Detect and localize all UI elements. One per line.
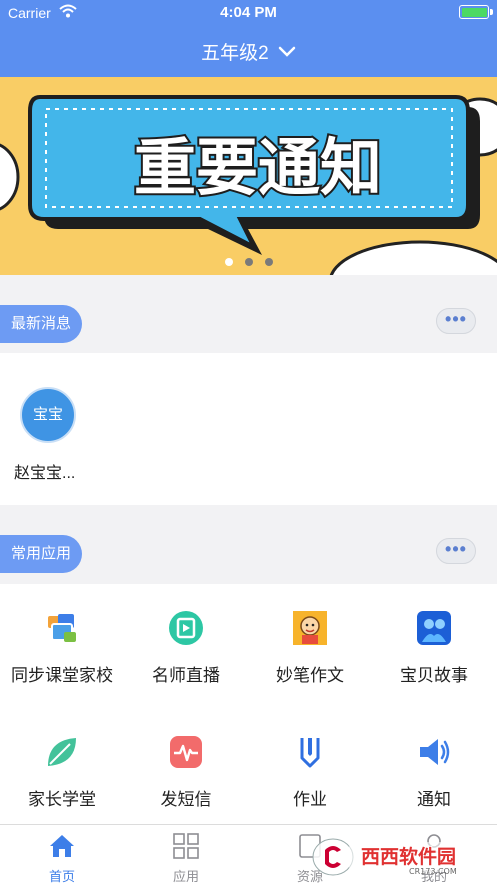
story-icon xyxy=(417,611,451,645)
app-send-sms[interactable]: 发短信 xyxy=(124,734,248,810)
app-label: 家长学堂 xyxy=(28,790,96,809)
app-label: 同步课堂家校 xyxy=(11,666,113,685)
latest-messages-header: 最新消息 ••• xyxy=(0,275,497,353)
carousel-dot[interactable] xyxy=(224,258,233,266)
cartoon-writer-icon xyxy=(293,611,327,645)
class-title: 五年级2 xyxy=(201,43,269,64)
app-header: Carrier 4:04 PM 五年级2 xyxy=(0,0,497,77)
home-icon xyxy=(50,835,74,857)
carousel-dot[interactable] xyxy=(264,258,273,266)
app-parent-school[interactable]: 家长学堂 xyxy=(0,734,124,810)
app-composition[interactable]: 妙笔作文 xyxy=(248,610,372,686)
contact-name: 赵宝宝... xyxy=(14,465,76,482)
app-label: 名师直播 xyxy=(152,666,220,685)
homework-icon xyxy=(300,738,320,768)
app-notice[interactable]: 通知 xyxy=(372,734,496,810)
live-video-icon xyxy=(169,611,203,645)
message-pulse-icon xyxy=(170,736,202,768)
status-time: 4:04 PM xyxy=(220,4,277,21)
tab-label: 应用 xyxy=(172,869,199,883)
app-label: 宝贝故事 xyxy=(400,666,468,685)
common-apps-header: 常用应用 ••• xyxy=(0,505,497,583)
notice-banner[interactable]: 重要通知 xyxy=(0,77,497,275)
class-selector[interactable]: 五年级2 xyxy=(0,38,497,65)
messages-panel: 宝宝 赵宝宝... xyxy=(0,353,497,505)
status-bar: Carrier 4:04 PM xyxy=(0,0,497,26)
classroom-icon xyxy=(48,614,76,642)
app-baby-story[interactable]: 宝贝故事 xyxy=(372,610,496,686)
svg-text:西西软件园: 西西软件园 xyxy=(361,845,456,868)
app-live-teacher[interactable]: 名师直播 xyxy=(124,610,248,686)
app-label: 发短信 xyxy=(160,790,212,809)
grid-icon xyxy=(173,833,199,859)
svg-text:CR173.COM: CR173.COM xyxy=(409,867,457,876)
tab-apps[interactable]: 应用 xyxy=(124,833,248,883)
app-label: 通知 xyxy=(417,790,451,809)
tab-home[interactable]: 首页 xyxy=(0,833,124,883)
banner-title: 重要通知 xyxy=(134,131,382,204)
chevron-down-icon xyxy=(278,46,296,57)
tab-label: 首页 xyxy=(48,869,75,883)
apps-more-button[interactable]: ••• xyxy=(436,538,476,564)
watermark-logo: 西西软件园 CR173.COM xyxy=(312,838,479,876)
app-homework[interactable]: 作业 xyxy=(248,734,372,810)
avatar: 宝宝 xyxy=(20,387,76,443)
battery-icon xyxy=(459,5,493,19)
banner-illustration: 重要通知 xyxy=(0,77,497,275)
app-label: 作业 xyxy=(293,790,327,809)
messages-more-button[interactable]: ••• xyxy=(436,308,476,334)
app-sync-classroom[interactable]: 同步课堂家校 xyxy=(0,610,124,686)
app-label: 妙笔作文 xyxy=(276,666,344,685)
carousel-indicators[interactable] xyxy=(0,253,497,271)
speaker-icon xyxy=(420,739,450,765)
carousel-dot[interactable] xyxy=(244,258,253,266)
latest-messages-title: 最新消息 xyxy=(0,305,83,343)
apps-grid: 同步课堂家校 名师直播 妙笔作文 宝贝故事 家长学堂 发短信 作业 通知 xyxy=(0,584,497,824)
common-apps-title: 常用应用 xyxy=(0,535,83,573)
contact-item[interactable]: 宝宝 赵宝宝... xyxy=(14,387,94,483)
leaf-icon xyxy=(48,738,76,766)
